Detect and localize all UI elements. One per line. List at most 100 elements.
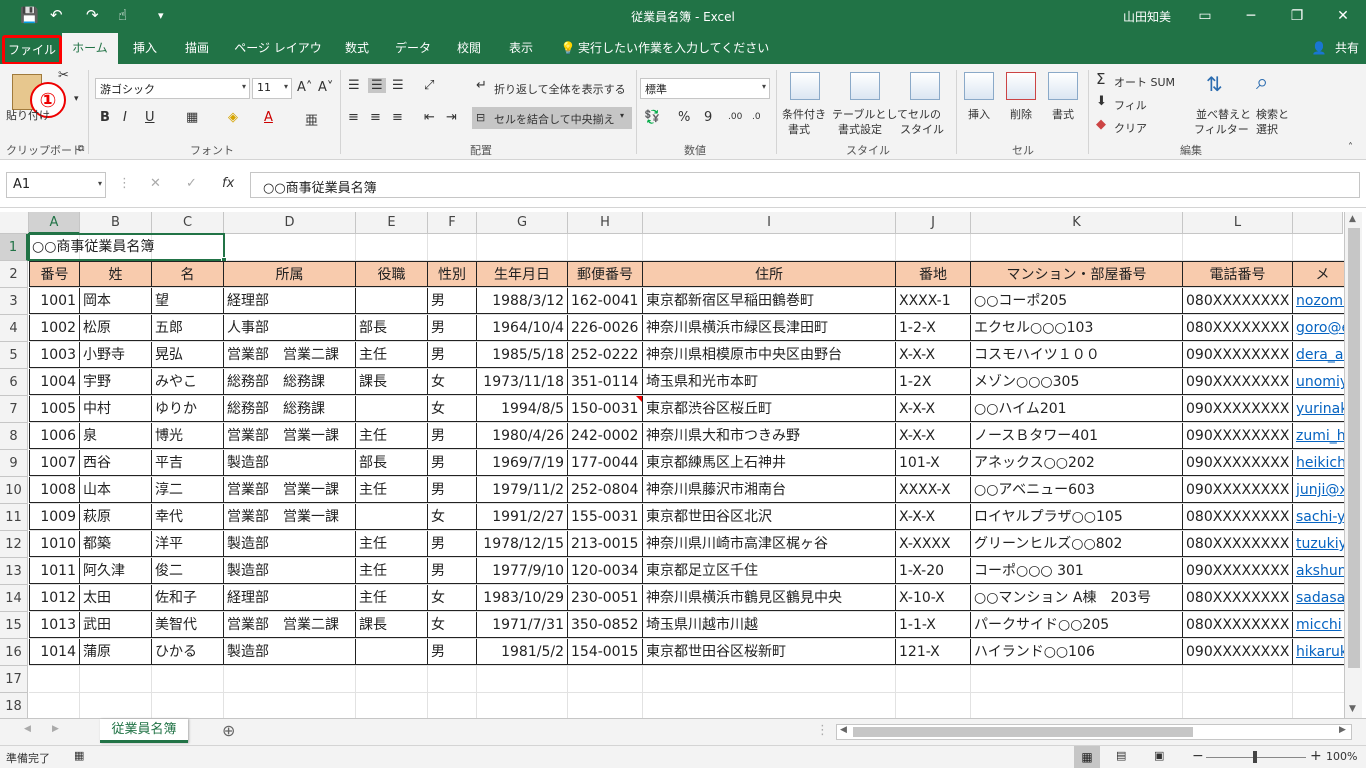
table-cell[interactable]: 101-X [896, 450, 971, 476]
table-cell[interactable]: ハイランド○○106 [971, 639, 1183, 665]
page-layout-view-icon[interactable]: ▤ [1116, 749, 1126, 762]
table-cell[interactable]: X-XXXX [896, 531, 971, 557]
table-cell[interactable]: 都築 [80, 531, 152, 557]
tab-review[interactable]: 校閲 [446, 33, 492, 64]
merge-center-button[interactable]: ⊟ セルを結合して中央揃え ▾ [472, 107, 632, 129]
table-cell[interactable]: 1009 [29, 504, 80, 530]
tab-view[interactable]: 表示 [498, 33, 544, 64]
table-cell[interactable]: 1-X-20 [896, 558, 971, 584]
autosum-button[interactable]: オート SUM [1114, 74, 1175, 90]
row-header-18[interactable]: 18 [0, 693, 28, 718]
table-cell[interactable]: 090XXXXXXXX [1183, 558, 1293, 584]
table-cell[interactable]: 佐和子 [152, 585, 224, 611]
table-cell[interactable]: 小野寺 [80, 342, 152, 368]
table-cell[interactable]: ○○コーポ205 [971, 288, 1183, 314]
add-sheet-icon[interactable]: ⊕ [222, 721, 235, 740]
table-header-cell[interactable]: 番地 [896, 261, 971, 287]
table-cell[interactable]: 080XXXXXXXX [1183, 585, 1293, 611]
row-header-9[interactable]: 9 [0, 450, 28, 477]
table-cell[interactable]: 121-X [896, 639, 971, 665]
share-icon[interactable]: 👤 [1310, 33, 1328, 64]
delete-cells-icon[interactable] [1006, 72, 1036, 100]
paste-button[interactable]: 貼り付け [6, 107, 50, 123]
align-right-icon[interactable]: ≡ [392, 110, 403, 125]
table-cell[interactable]: 神奈川県横浜市鶴見区鶴見中央 [643, 585, 896, 611]
table-cell[interactable]: 1010 [29, 531, 80, 557]
column-header-m[interactable] [1293, 212, 1343, 234]
table-header-cell[interactable]: 生年月日 [477, 261, 568, 287]
table-cell[interactable]: ゆりか [152, 396, 224, 422]
table-cell[interactable]: 080XXXXXXXX [1183, 531, 1293, 557]
table-cell[interactable]: 1973/11/18 [477, 369, 568, 395]
row-header-4[interactable]: 4 [0, 315, 28, 342]
align-bottom-icon[interactable]: ☰ [392, 78, 404, 93]
border-icon[interactable]: ▦ [186, 110, 198, 125]
table-cell[interactable] [356, 639, 428, 665]
scroll-down-icon[interactable]: ▼ [1349, 704, 1356, 714]
table-cell[interactable]: ○○ハイム201 [971, 396, 1183, 422]
table-cell[interactable]: 1007 [29, 450, 80, 476]
sort-filter-icon[interactable]: ⇅ [1206, 72, 1223, 96]
column-header-a[interactable]: A [29, 212, 80, 234]
decrease-decimal-button[interactable]: .0 [752, 112, 761, 122]
scroll-right-icon[interactable]: ▶ [1339, 725, 1346, 735]
table-cell[interactable]: 1978/12/15 [477, 531, 568, 557]
orientation-icon[interactable]: ⤢ [424, 78, 434, 93]
table-cell[interactable]: 1-2-X [896, 315, 971, 341]
column-header-l[interactable]: L [1183, 212, 1293, 234]
table-cell[interactable]: 男 [428, 315, 477, 341]
table-cell[interactable]: 俊二 [152, 558, 224, 584]
table-cell[interactable]: 淳二 [152, 477, 224, 503]
table-cell[interactable]: 埼玉県和光市本町 [643, 369, 896, 395]
table-cell[interactable]: 1985/5/18 [477, 342, 568, 368]
row-header-1[interactable]: 1 [0, 234, 28, 261]
row-header-11[interactable]: 11 [0, 504, 28, 531]
table-cell[interactable]: 男 [428, 342, 477, 368]
table-cell[interactable]: ひかる [152, 639, 224, 665]
table-cell[interactable]: 1002 [29, 315, 80, 341]
zoom-in-button[interactable]: + [1310, 748, 1322, 764]
table-cell[interactable]: 総務部 総務課 [224, 369, 356, 395]
row-header-3[interactable]: 3 [0, 288, 28, 315]
table-cell[interactable]: グリーンヒルズ○○802 [971, 531, 1183, 557]
vertical-scroll-thumb[interactable] [1348, 228, 1360, 668]
zoom-out-button[interactable]: − [1192, 748, 1204, 764]
conditional-formatting-icon[interactable] [790, 72, 820, 100]
table-cell[interactable]: 神奈川県相模原市中央区由野台 [643, 342, 896, 368]
table-cell[interactable]: 神奈川県川崎市高津区梶ヶ谷 [643, 531, 896, 557]
table-cell[interactable]: 萩原 [80, 504, 152, 530]
table-cell[interactable]: 主任 [356, 531, 428, 557]
conditional-formatting-button[interactable]: 条件付き [782, 106, 826, 122]
table-cell[interactable]: 五郎 [152, 315, 224, 341]
table-cell[interactable]: ノースＢタワー401 [971, 423, 1183, 449]
normal-view-icon[interactable]: ▦ [1074, 746, 1100, 768]
table-header-cell[interactable]: 性別 [428, 261, 477, 287]
table-cell[interactable]: 望 [152, 288, 224, 314]
table-cell[interactable]: 090XXXXXXXX [1183, 639, 1293, 665]
table-cell[interactable]: 男 [428, 477, 477, 503]
tab-home[interactable]: ホーム [62, 33, 118, 64]
table-cell[interactable]: 154-0015 [568, 639, 643, 665]
table-cell[interactable]: 177-0044 [568, 450, 643, 476]
table-cell[interactable]: 経理部 [224, 288, 356, 314]
column-header-j[interactable]: J [896, 212, 971, 234]
align-top-icon[interactable]: ☰ [348, 78, 360, 93]
row-header-12[interactable]: 12 [0, 531, 28, 558]
table-cell[interactable]: 東京都世田谷区北沢 [643, 504, 896, 530]
table-cell[interactable]: 120-0034 [568, 558, 643, 584]
table-cell[interactable]: 平吉 [152, 450, 224, 476]
table-cell[interactable]: 主任 [356, 477, 428, 503]
table-cell[interactable]: 営業部 営業一課 [224, 423, 356, 449]
zoom-level[interactable]: 100% [1326, 750, 1357, 763]
table-cell[interactable]: 東京都練馬区上石神井 [643, 450, 896, 476]
column-header-g[interactable]: G [477, 212, 568, 234]
column-header-h[interactable]: H [568, 212, 643, 234]
table-cell[interactable]: 1001 [29, 288, 80, 314]
table-cell[interactable]: 080XXXXXXXX [1183, 504, 1293, 530]
table-cell[interactable]: 埼玉県川越市川越 [643, 612, 896, 638]
table-cell[interactable]: 美智代 [152, 612, 224, 638]
bold-button[interactable]: B [100, 110, 110, 125]
cancel-icon[interactable]: ✕ [150, 176, 161, 191]
shrink-font-button[interactable]: A˅ [318, 80, 333, 95]
insert-function-icon[interactable]: fx [222, 176, 234, 191]
